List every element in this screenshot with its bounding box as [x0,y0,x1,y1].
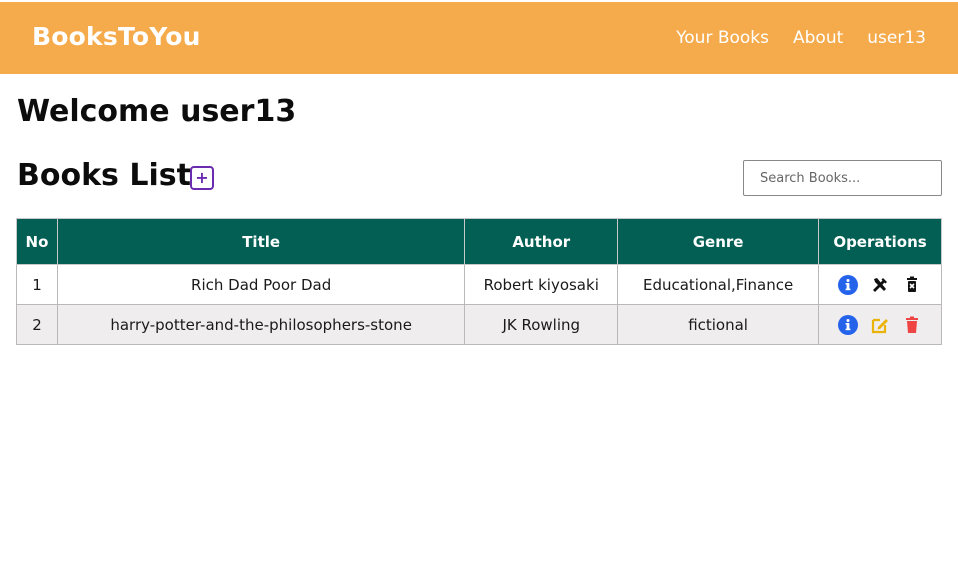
plus-square-icon: + [195,168,209,187]
header-genre: Genre [617,218,820,265]
cell-no: 1 [16,264,58,305]
brand-logo[interactable]: BooksToYou [32,22,201,51]
cell-genre: Educational,Finance [617,264,820,305]
delete-icon[interactable] [902,275,922,295]
edit-tools-icon[interactable] [870,275,890,295]
cell-genre: fictional [617,304,820,345]
welcome-heading: Welcome user13 [17,94,297,129]
header-no: No [16,218,58,265]
cell-no: 2 [16,304,58,345]
cell-operations [818,304,942,345]
info-icon[interactable] [838,314,859,335]
cell-author: JK Rowling [464,304,619,345]
cell-operations [818,264,942,305]
add-book-button[interactable]: + [190,166,214,190]
nav-link-your-books[interactable]: Your Books [676,28,769,48]
books-table: No Title Author Genre Operations 1 Rich … [16,218,942,345]
table-header-row: No Title Author Genre Operations [16,218,942,265]
navbar: BooksToYou Your Books About user13 [0,0,958,74]
cell-title: harry-potter-and-the-philosophers-stone [56,304,466,345]
nav-links: Your Books About user13 [676,28,926,48]
table-row: 2 harry-potter-and-the-philosophers-ston… [16,304,942,345]
header-title: Title [56,218,466,265]
edit-icon[interactable] [870,315,890,335]
info-icon[interactable] [838,274,859,295]
header-operations: Operations [818,218,942,265]
nav-link-user[interactable]: user13 [867,28,926,48]
table-row: 1 Rich Dad Poor Dad Robert kiyosaki Educ… [16,264,942,305]
nav-link-about[interactable]: About [793,28,843,48]
header-author: Author [464,218,619,265]
search-input[interactable] [743,160,942,196]
cell-author: Robert kiyosaki [464,264,619,305]
cell-title: Rich Dad Poor Dad [56,264,466,305]
books-list-title: Books List [17,158,191,193]
delete-icon[interactable] [902,315,922,335]
